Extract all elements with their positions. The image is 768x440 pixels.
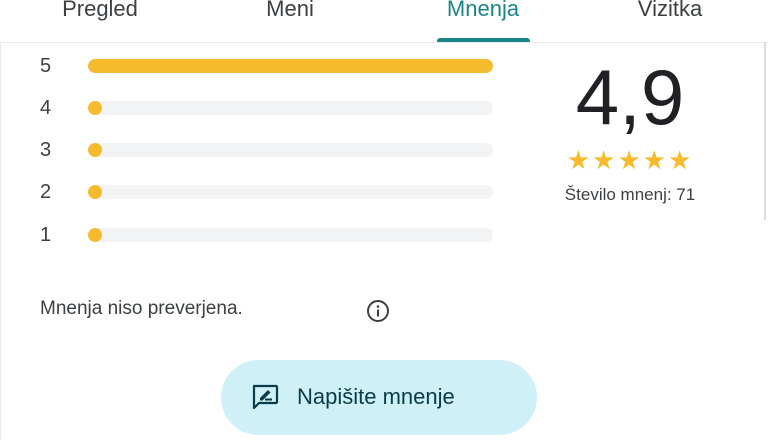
tab-reviews[interactable]: Mnenja bbox=[433, 0, 533, 24]
rating-bar-fill bbox=[88, 228, 102, 242]
review-count: Število mnenj: 71 bbox=[564, 185, 696, 204]
rating-bar-fill bbox=[88, 143, 102, 157]
rating-bar-fill bbox=[88, 59, 493, 73]
rating-row-label: 2 bbox=[40, 181, 52, 203]
average-rating: 4,9 bbox=[575, 53, 685, 141]
rating-bar-fill bbox=[88, 101, 102, 115]
rating-row-label: 4 bbox=[40, 97, 52, 119]
rating-row-2[interactable]: 2 bbox=[40, 181, 500, 203]
rating-row-1[interactable]: 1 bbox=[40, 224, 500, 246]
rating-bar-track bbox=[88, 59, 493, 73]
rating-row-3[interactable]: 3 bbox=[40, 139, 500, 161]
rating-row-label: 5 bbox=[40, 55, 52, 77]
rating-stars: ★★★★★ bbox=[566, 145, 694, 175]
write-review-button[interactable]: Napišite mnenje bbox=[221, 360, 537, 435]
tab-menu[interactable]: Meni bbox=[240, 0, 340, 24]
rating-row-5[interactable]: 5 bbox=[40, 55, 500, 77]
write-review-label: Napišite mnenje bbox=[297, 384, 455, 409]
tab-overview[interactable]: Pregled bbox=[50, 0, 150, 24]
rating-bar-fill bbox=[88, 185, 102, 199]
rating-bar-track bbox=[88, 228, 493, 242]
reviews-not-verified-text: Mnenja niso preverjena. bbox=[40, 298, 243, 319]
rating-row-label: 1 bbox=[40, 224, 52, 246]
rating-row-label: 3 bbox=[40, 139, 52, 161]
rating-bar-track bbox=[88, 101, 493, 115]
rating-row-4[interactable]: 4 bbox=[40, 97, 500, 119]
rating-bar-track bbox=[88, 185, 493, 199]
rating-bar-track bbox=[88, 143, 493, 157]
tab-about[interactable]: Vizitka bbox=[620, 0, 720, 24]
write-review-icon bbox=[252, 384, 279, 410]
panel-scrollbar[interactable] bbox=[764, 42, 766, 220]
tab-bar: Pregled Meni Mnenja Vizitka bbox=[0, 0, 768, 44]
panel-left-border bbox=[0, 42, 1, 440]
info-icon[interactable] bbox=[366, 299, 390, 323]
tab-divider bbox=[0, 42, 768, 43]
